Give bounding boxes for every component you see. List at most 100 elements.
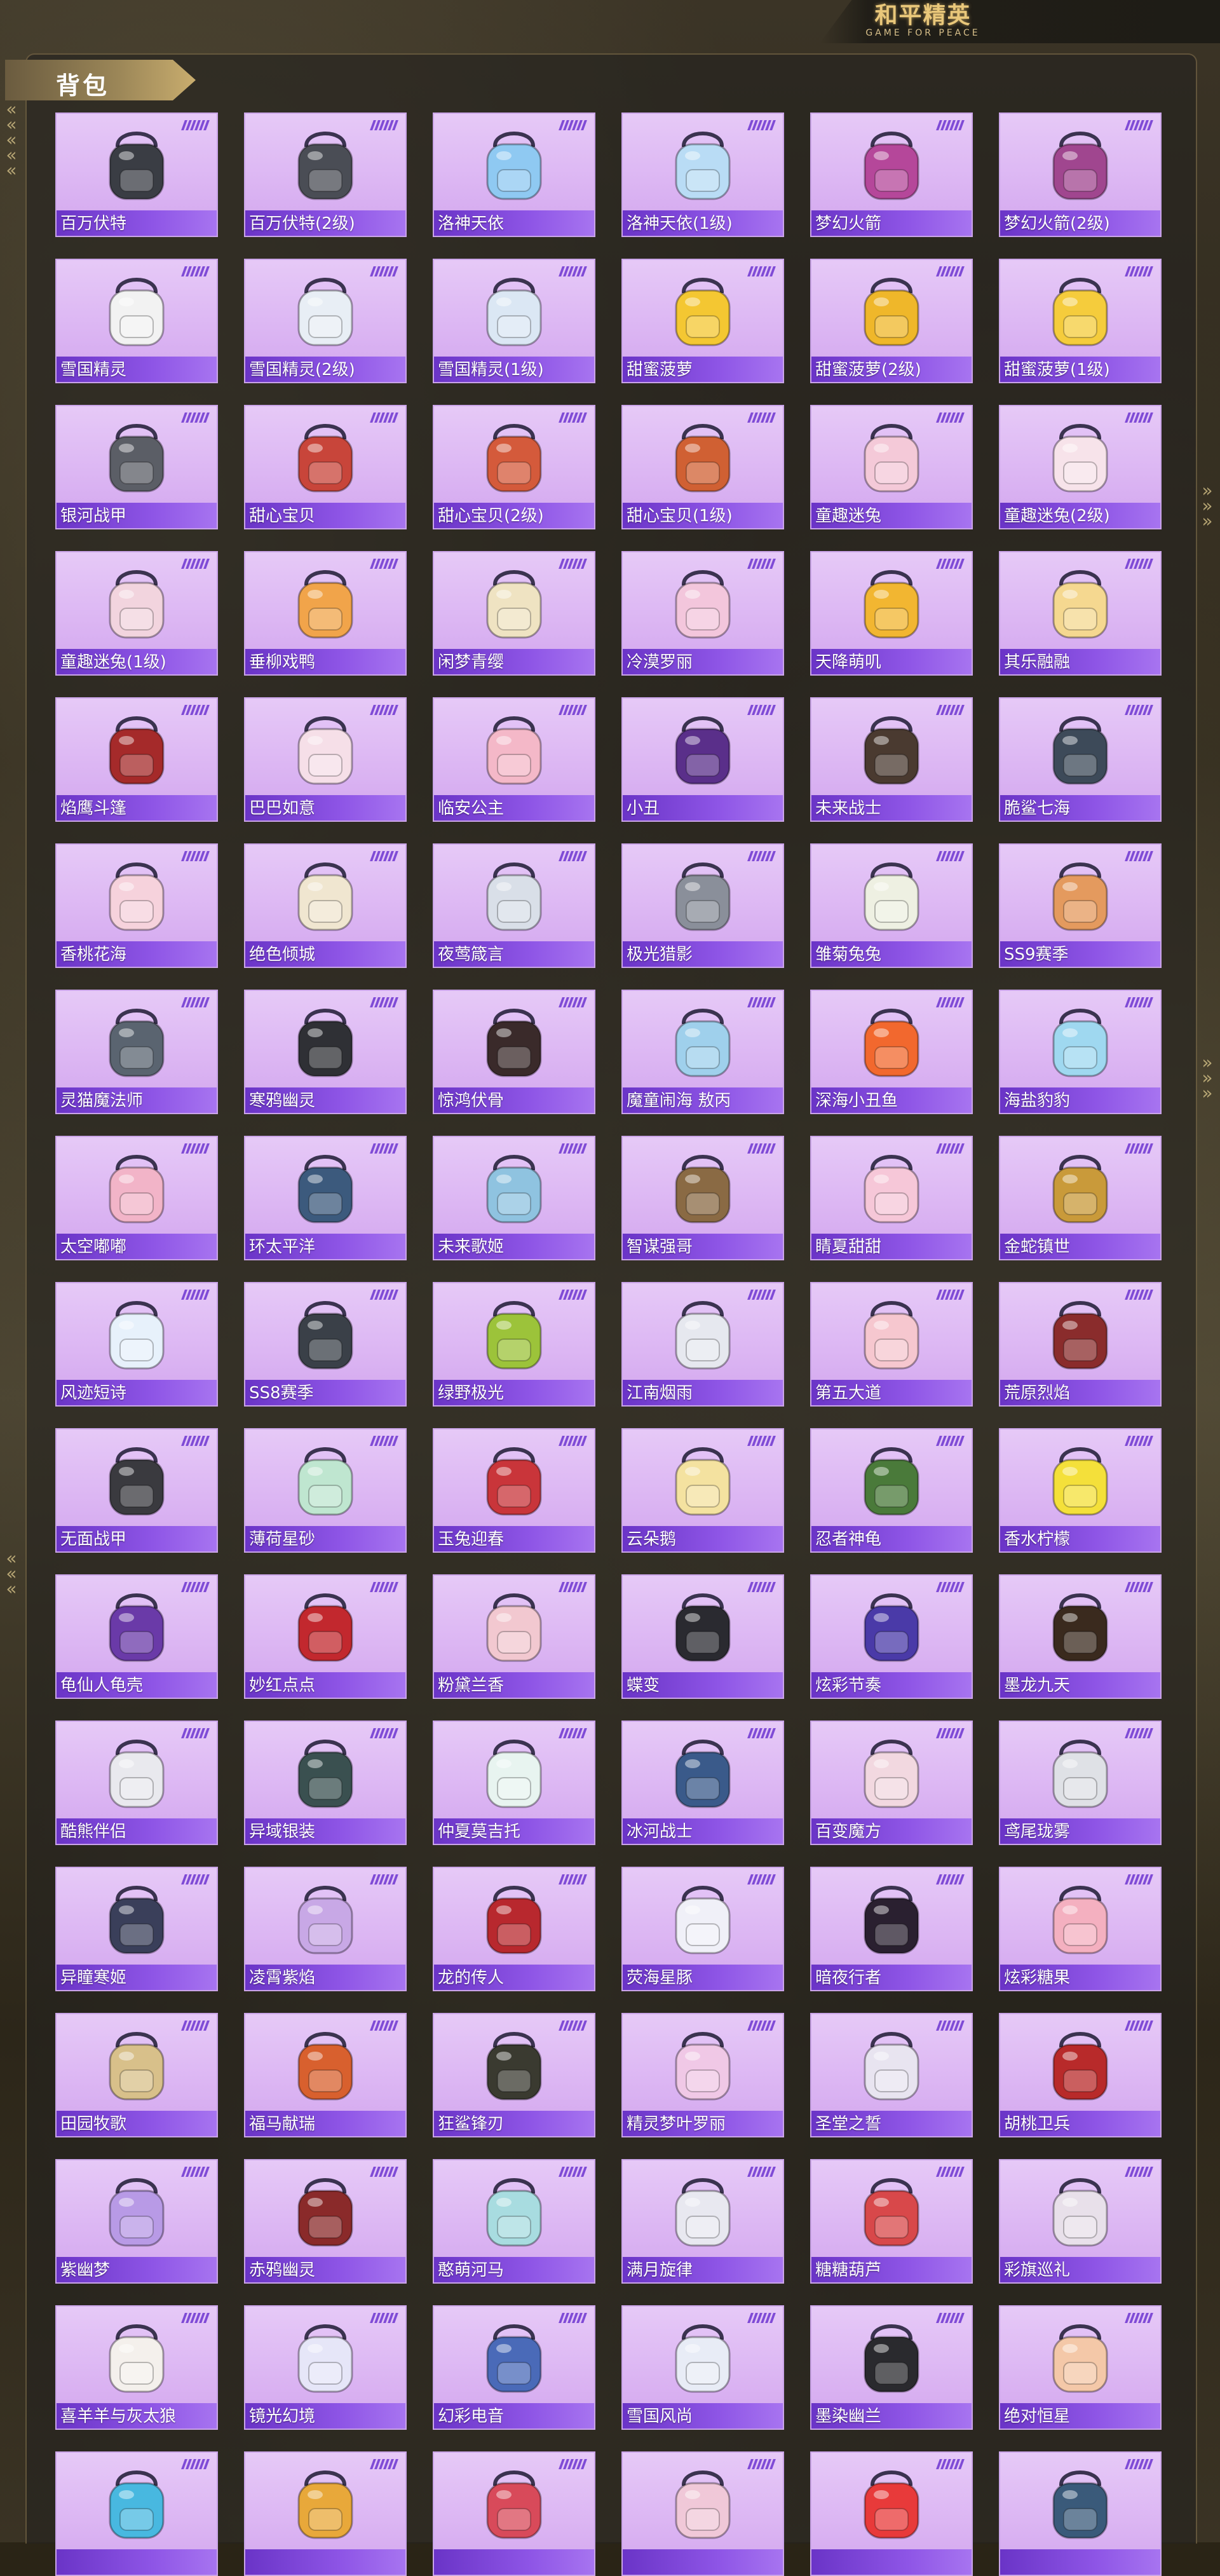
item-card[interactable]: 童趣迷兔(2级): [999, 405, 1162, 529]
item-card[interactable]: 墨龙九天: [999, 1574, 1162, 1699]
item-card[interactable]: 焰鹰斗篷: [55, 697, 218, 822]
item-card[interactable]: 太空嘟嘟: [55, 1136, 218, 1260]
item-card[interactable]: 甜蜜菠萝: [621, 259, 784, 383]
item-card[interactable]: 薄荷星砂: [244, 1428, 407, 1553]
item-card[interactable]: 绿野极光: [433, 1282, 595, 1407]
item-card[interactable]: 绝对恒星: [999, 2305, 1162, 2430]
item-card[interactable]: 洛神天依: [433, 112, 595, 237]
item-card[interactable]: 蝶变: [621, 1574, 784, 1699]
item-card[interactable]: 狂鲨锋刃: [433, 2013, 595, 2137]
item-card[interactable]: 紫幽梦: [55, 2159, 218, 2284]
item-card[interactable]: 睛夏甜甜: [810, 1136, 973, 1260]
item-card[interactable]: 仲夏莫吉托: [433, 1721, 595, 1845]
item-card[interactable]: 百变魔方: [810, 1721, 973, 1845]
item-card[interactable]: 百万伏特: [55, 112, 218, 237]
item-card[interactable]: 胡桃卫兵: [999, 2013, 1162, 2137]
item-card[interactable]: 海盐豹豹: [999, 990, 1162, 1114]
item-card[interactable]: [55, 2451, 218, 2576]
item-card[interactable]: 荧海星豚: [621, 1867, 784, 1991]
item-card[interactable]: 雪国精灵(2级): [244, 259, 407, 383]
item-card[interactable]: 银河战甲: [55, 405, 218, 529]
item-card[interactable]: 垂柳戏鸭: [244, 551, 407, 676]
item-card[interactable]: 雪国风尚: [621, 2305, 784, 2430]
item-card[interactable]: 智谋强哥: [621, 1136, 784, 1260]
item-card[interactable]: 异瞳寒姬: [55, 1867, 218, 1991]
item-card[interactable]: 鸢尾珑雾: [999, 1721, 1162, 1845]
item-card[interactable]: 风迹短诗: [55, 1282, 218, 1407]
item-card[interactable]: 夜莺箴言: [433, 843, 595, 968]
item-card[interactable]: 满月旋律: [621, 2159, 784, 2284]
item-card[interactable]: 绝色倾城: [244, 843, 407, 968]
item-card[interactable]: 田园牧歌: [55, 2013, 218, 2137]
item-card[interactable]: 炫彩节奏: [810, 1574, 973, 1699]
item-card[interactable]: 龟仙人龟壳: [55, 1574, 218, 1699]
item-card[interactable]: 巴巴如意: [244, 697, 407, 822]
item-card[interactable]: 龙的传人: [433, 1867, 595, 1991]
item-card[interactable]: [999, 2451, 1162, 2576]
item-card[interactable]: 童趣迷兔(1级): [55, 551, 218, 676]
item-card[interactable]: 糖糖葫芦: [810, 2159, 973, 2284]
item-card[interactable]: 惊鸿伏骨: [433, 990, 595, 1114]
item-card[interactable]: 甜蜜菠萝(2级): [810, 259, 973, 383]
item-card[interactable]: 梦幻火箭: [810, 112, 973, 237]
item-card[interactable]: 妙红点点: [244, 1574, 407, 1699]
item-card[interactable]: 小丑: [621, 697, 784, 822]
item-card[interactable]: 甜心宝贝: [244, 405, 407, 529]
item-card[interactable]: 未来战士: [810, 697, 973, 822]
item-card[interactable]: 彩旗巡礼: [999, 2159, 1162, 2284]
item-card[interactable]: SS8赛季: [244, 1282, 407, 1407]
item-card[interactable]: 精灵梦叶罗丽: [621, 2013, 784, 2137]
item-card[interactable]: 香桃花海: [55, 843, 218, 968]
item-card[interactable]: 梦幻火箭(2级): [999, 112, 1162, 237]
item-card[interactable]: [810, 2451, 973, 2576]
item-card[interactable]: 凌霄紫焰: [244, 1867, 407, 1991]
item-card[interactable]: 闲梦青缨: [433, 551, 595, 676]
item-card[interactable]: 脆鲨七海: [999, 697, 1162, 822]
item-card[interactable]: 异域银装: [244, 1721, 407, 1845]
item-card[interactable]: 冰河战士: [621, 1721, 784, 1845]
item-card[interactable]: 百万伏特(2级): [244, 112, 407, 237]
item-card[interactable]: 幻彩电音: [433, 2305, 595, 2430]
item-card[interactable]: 甜心宝贝(2级): [433, 405, 595, 529]
item-card[interactable]: 粉黛兰香: [433, 1574, 595, 1699]
item-card[interactable]: 喜羊羊与灰太狼: [55, 2305, 218, 2430]
item-card[interactable]: [433, 2451, 595, 2576]
item-card[interactable]: 圣堂之誓: [810, 2013, 973, 2137]
item-card[interactable]: 童趣迷兔: [810, 405, 973, 529]
item-card[interactable]: 福马献瑞: [244, 2013, 407, 2137]
item-card[interactable]: 酷熊伴侣: [55, 1721, 218, 1845]
item-card[interactable]: 玉兔迎春: [433, 1428, 595, 1553]
item-card[interactable]: [244, 2451, 407, 2576]
item-card[interactable]: 寒鸦幽灵: [244, 990, 407, 1114]
item-card[interactable]: [621, 2451, 784, 2576]
item-card[interactable]: 云朵鹅: [621, 1428, 784, 1553]
item-card[interactable]: 洛神天依(1级): [621, 112, 784, 237]
item-card[interactable]: 雪国精灵: [55, 259, 218, 383]
item-card[interactable]: 江南烟雨: [621, 1282, 784, 1407]
item-card[interactable]: 暗夜行者: [810, 1867, 973, 1991]
item-card[interactable]: 甜心宝贝(1级): [621, 405, 784, 529]
item-card[interactable]: 环太平洋: [244, 1136, 407, 1260]
item-card[interactable]: 第五大道: [810, 1282, 973, 1407]
item-card[interactable]: 雏菊兔兔: [810, 843, 973, 968]
item-card[interactable]: 忍者神龟: [810, 1428, 973, 1553]
item-card[interactable]: 镜光幻境: [244, 2305, 407, 2430]
item-card[interactable]: 其乐融融: [999, 551, 1162, 676]
item-card[interactable]: 荒原烈焰: [999, 1282, 1162, 1407]
item-card[interactable]: 赤鸦幽灵: [244, 2159, 407, 2284]
item-card[interactable]: 临安公主: [433, 697, 595, 822]
item-card[interactable]: 灵猫魔法师: [55, 990, 218, 1114]
item-card[interactable]: 冷漠罗丽: [621, 551, 784, 676]
item-card[interactable]: 天降萌叽: [810, 551, 973, 676]
item-card[interactable]: 未来歌姬: [433, 1136, 595, 1260]
item-card[interactable]: 炫彩糖果: [999, 1867, 1162, 1991]
item-card[interactable]: 墨染幽兰: [810, 2305, 973, 2430]
item-card[interactable]: 金蛇镇世: [999, 1136, 1162, 1260]
item-card[interactable]: 极光猎影: [621, 843, 784, 968]
item-card[interactable]: 魔童闹海 敖丙: [621, 990, 784, 1114]
item-card[interactable]: 无面战甲: [55, 1428, 218, 1553]
item-card[interactable]: 雪国精灵(1级): [433, 259, 595, 383]
item-card[interactable]: SS9赛季: [999, 843, 1162, 968]
item-card[interactable]: 甜蜜菠萝(1级): [999, 259, 1162, 383]
item-card[interactable]: 香水柠檬: [999, 1428, 1162, 1553]
